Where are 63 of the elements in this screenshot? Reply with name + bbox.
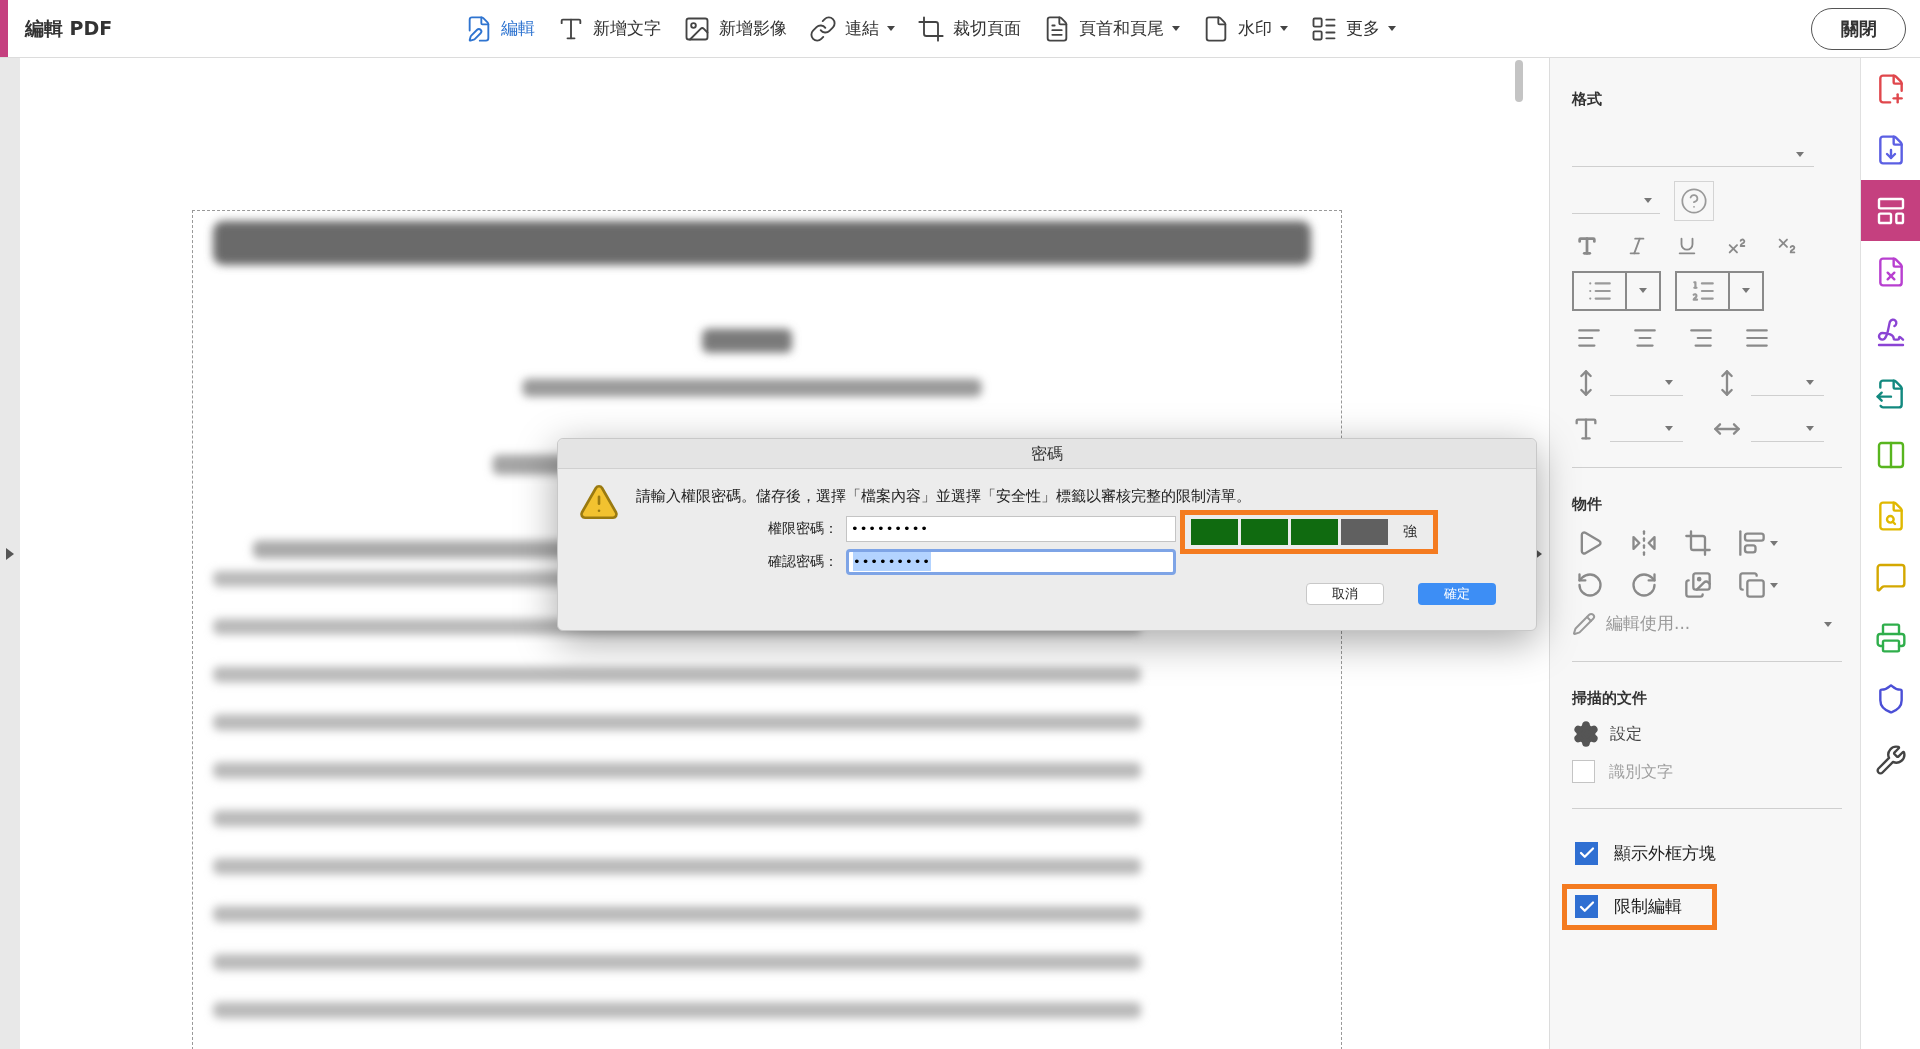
toolbar-tool[interactable]: 新增文字 <box>557 14 661 43</box>
toolbar-tool[interactable]: 水印 <box>1202 14 1288 43</box>
arrange-icon[interactable] <box>1738 571 1766 599</box>
accent-strip <box>0 0 8 57</box>
settings-icon <box>1572 719 1600 748</box>
flip-icon[interactable] <box>1630 529 1658 557</box>
caret-icon <box>1796 151 1804 157</box>
dialog-title: 密碼 <box>1031 442 1063 465</box>
password-field[interactable]: ••••••••• <box>846 548 1176 575</box>
caret-icon <box>1742 288 1750 293</box>
strength-segment <box>1241 518 1288 545</box>
toolbar-tool[interactable]: 裁切頁面 <box>917 14 1021 43</box>
field-label: 確認密碼： <box>767 552 839 571</box>
toolbar-tool[interactable]: 連結 <box>809 14 895 43</box>
caret-icon <box>1644 197 1652 203</box>
section-heading: 格式 <box>1572 89 1603 110</box>
cancel-button[interactable]: 取消 <box>1306 582 1384 605</box>
bold-icon[interactable] <box>1576 234 1598 257</box>
field-label: 權限密碼： <box>767 519 839 538</box>
list-style-button[interactable] <box>1572 270 1661 311</box>
section-heading: 物件 <box>1572 493 1603 515</box>
caret-icon <box>1172 26 1180 31</box>
toolbar-tool[interactable]: 頁首和頁尾 <box>1043 14 1180 43</box>
help-icon <box>1680 186 1708 215</box>
caret-icon <box>1665 425 1673 431</box>
crop-icon[interactable] <box>1684 529 1712 557</box>
caret-icon <box>1806 379 1814 385</box>
strength-segment <box>1341 518 1388 545</box>
caret-icon <box>1770 582 1778 588</box>
help-button[interactable] <box>1674 180 1714 221</box>
scrollbar-thumb[interactable] <box>1515 60 1523 102</box>
settings-button[interactable]: 設定 <box>1572 719 1642 748</box>
expand-arrow-icon[interactable] <box>6 547 14 560</box>
dialog-message: 請輸入權限密碼。儲存後，選擇「檔案內容」並選擇「安全性」標籤以審核完整的限制清單。 <box>636 486 1252 507</box>
strength-label: 強 <box>1403 522 1418 541</box>
list-style-button[interactable] <box>1675 270 1764 311</box>
caret-icon <box>887 26 895 31</box>
caret-icon <box>1665 379 1673 385</box>
pencil-icon <box>1572 612 1596 636</box>
toolbar-tool[interactable]: 編輯 <box>465 14 535 43</box>
password-field[interactable]: ••••••••• <box>846 515 1176 542</box>
wrench-icon <box>1874 743 1907 776</box>
toolbar-tool[interactable]: 更多 <box>1310 14 1396 43</box>
section-heading: 掃描的文件 <box>1572 688 1648 709</box>
strength-segment <box>1291 518 1338 545</box>
strength-segment <box>1191 518 1238 545</box>
rotate-left-icon[interactable] <box>1576 571 1604 599</box>
rotate-right-icon[interactable] <box>1630 571 1658 599</box>
option-checkbox[interactable]: 限制編輯 <box>1562 884 1717 930</box>
caret-icon <box>1824 621 1832 627</box>
caret-icon <box>1770 540 1778 546</box>
crop-icon <box>917 14 945 43</box>
align-objects-icon[interactable] <box>1738 529 1766 557</box>
caret-icon <box>1639 288 1647 293</box>
replace-image-icon[interactable] <box>1684 571 1712 599</box>
option-checkbox[interactable]: 顯示外框方塊 <box>1562 830 1751 876</box>
toolbar-title: 編輯 PDF <box>25 16 114 42</box>
caret-icon <box>1388 26 1396 31</box>
link-icon <box>809 14 837 43</box>
toolbar-tool[interactable]: 新增影像 <box>683 14 787 43</box>
printer-icon <box>1874 621 1907 654</box>
caret-icon <box>1280 26 1288 31</box>
caret-icon <box>1806 425 1814 431</box>
